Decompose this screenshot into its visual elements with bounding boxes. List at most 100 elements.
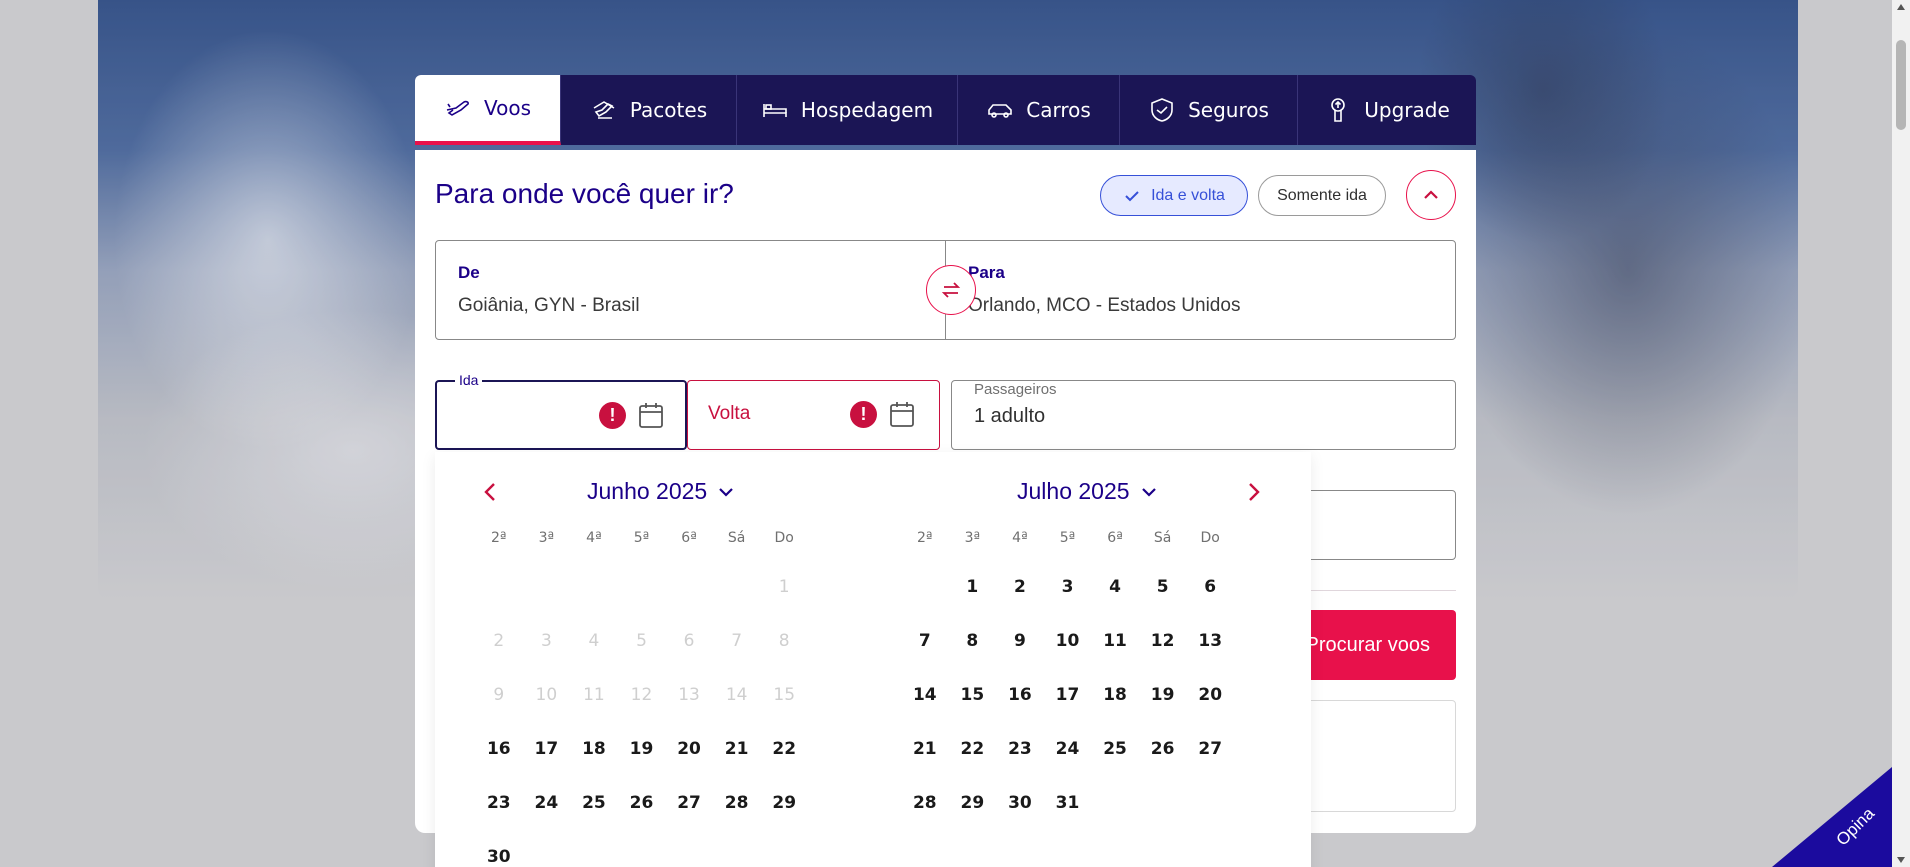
tab-hospedagem[interactable]: Hospedagem	[737, 75, 958, 145]
calendar-day[interactable]: 31	[1044, 793, 1092, 813]
tab-voos[interactable]: Voos	[415, 75, 561, 145]
calendar-day[interactable]: 24	[523, 793, 571, 813]
scroll-up-arrow[interactable]	[1897, 4, 1905, 10]
error-icon: !	[599, 402, 626, 429]
weekday-label: Do	[774, 530, 794, 546]
calendar-day[interactable]: 7	[901, 631, 949, 651]
tab-pacotes[interactable]: Pacotes	[561, 75, 737, 145]
swap-arrows-icon	[941, 282, 961, 298]
tab-seguros[interactable]: Seguros	[1120, 75, 1298, 145]
scroll-thumb[interactable]	[1896, 40, 1906, 130]
route-selector: De Goiânia, GYN - Brasil Para Orlando, M…	[435, 240, 1456, 340]
calendar-day[interactable]: 19	[618, 739, 666, 759]
scroll-down-arrow[interactable]	[1897, 857, 1905, 863]
calendar-day[interactable]: 13	[1186, 631, 1234, 651]
calendar-day[interactable]: 18	[570, 739, 618, 759]
calendar-day[interactable]: 10	[1044, 631, 1092, 651]
calendar-day[interactable]: 15	[949, 685, 997, 705]
calendar-day: 13	[678, 685, 700, 705]
feedback-button[interactable]: Opina	[1772, 767, 1892, 867]
calendar-day[interactable]: 6	[1186, 577, 1234, 597]
product-tabs: Voos Pacotes Hospedagem Carros Seguros U…	[415, 75, 1476, 145]
weekday-label: 4ª	[1012, 530, 1028, 546]
tab-label: Carros	[1026, 98, 1091, 122]
plane-icon	[446, 100, 469, 116]
chevron-left-icon	[484, 483, 495, 501]
calendar-day[interactable]: 29	[760, 793, 808, 813]
calendar-day[interactable]: 26	[1139, 739, 1187, 759]
tab-label: Voos	[483, 96, 532, 120]
chevron-down-icon	[719, 487, 734, 497]
calendar-day[interactable]: 27	[1186, 739, 1234, 759]
return-date-field[interactable]: Volta !	[687, 380, 940, 450]
tab-label: Seguros	[1188, 98, 1269, 122]
tab-label: Upgrade	[1364, 98, 1450, 122]
calendar-day[interactable]: 29	[949, 793, 997, 813]
destination-field[interactable]: Para Orlando, MCO - Estados Unidos	[946, 241, 1455, 339]
departure-date-field[interactable]: Ida !	[435, 372, 687, 450]
calendar-day[interactable]: 24	[1044, 739, 1092, 759]
calendar-day[interactable]: 25	[1091, 739, 1139, 759]
calendar-day[interactable]: 2	[996, 577, 1044, 597]
origin-value: Goiânia, GYN - Brasil	[458, 295, 640, 316]
calendar-day[interactable]: 27	[665, 793, 713, 813]
calendar-day[interactable]: 18	[1091, 685, 1139, 705]
calendar-day[interactable]: 25	[570, 793, 618, 813]
calendar-day[interactable]: 22	[760, 739, 808, 759]
date-picker-calendar: Junho 2025 Julho 2025 2ª 3ª 4ª 5ª 6ª Sá Do 1 2 3 4…	[435, 452, 1311, 867]
calendar-day: 1	[778, 577, 790, 597]
calendar-day[interactable]: 28	[713, 793, 761, 813]
next-month-button[interactable]	[1235, 474, 1271, 510]
destination-value: Orlando, MCO - Estados Unidos	[968, 295, 1241, 316]
search-title: Para onde você quer ir?	[435, 178, 734, 209]
calendar-day[interactable]: 11	[1091, 631, 1139, 651]
chevron-right-icon	[1249, 483, 1260, 501]
month-select-july[interactable]: Julho 2025	[1017, 478, 1158, 505]
calendar-day: 12	[630, 685, 653, 705]
calendar-day[interactable]: 21	[901, 739, 949, 759]
calendar-day[interactable]: 17	[523, 739, 571, 759]
calendar-day[interactable]: 20	[1186, 685, 1234, 705]
prev-month-button[interactable]	[473, 474, 509, 510]
calendar-day[interactable]: 5	[1139, 577, 1187, 597]
swap-route-button[interactable]	[926, 265, 976, 315]
weekday-label: 5ª	[633, 530, 650, 546]
tab-upgrade[interactable]: Upgrade	[1298, 75, 1476, 145]
calendar-day[interactable]: 19	[1139, 685, 1187, 705]
calendar-day[interactable]: 28	[901, 793, 949, 813]
calendar-day[interactable]: 21	[713, 739, 761, 759]
calendar-day[interactable]: 9	[996, 631, 1044, 651]
calendar-day: 15	[773, 685, 796, 705]
calendar-day[interactable]: 16	[996, 685, 1044, 705]
calendar-week: 16 17 18 19 20 21 22	[475, 722, 808, 776]
calendar-day[interactable]: 4	[1091, 577, 1139, 597]
page-scrollbar[interactable]	[1892, 0, 1910, 867]
roundtrip-toggle[interactable]: Ida e volta	[1100, 175, 1248, 216]
calendar-day[interactable]: 12	[1139, 631, 1187, 651]
passengers-field[interactable]: Passageiros 1 adulto	[951, 380, 1456, 450]
calendar-day[interactable]: 30	[996, 793, 1044, 813]
calendar-day[interactable]: 17	[1044, 685, 1092, 705]
weekday-header: 2ª 3ª 4ª 5ª 6ª Sá Do	[901, 530, 1234, 560]
weekday-header: 2ª 3ª 4ª 5ª 6ª Sá Do	[475, 530, 808, 560]
calendar-day[interactable]: 20	[665, 739, 713, 759]
calendar-day[interactable]: 8	[949, 631, 997, 651]
calendar-day[interactable]: 16	[475, 739, 523, 759]
calendar-day[interactable]: 14	[901, 685, 949, 705]
calendar-day[interactable]: 3	[1044, 577, 1092, 597]
month-select-june[interactable]: Junho 2025	[587, 478, 735, 505]
calendar-day[interactable]: 23	[475, 793, 523, 813]
calendar-day[interactable]: 26	[618, 793, 666, 813]
oneway-toggle[interactable]: Somente ida	[1258, 175, 1386, 216]
return-placeholder: Volta	[708, 403, 751, 424]
calendar-day: 11	[583, 685, 605, 705]
origin-field[interactable]: De Goiânia, GYN - Brasil	[436, 241, 946, 339]
tab-carros[interactable]: Carros	[958, 75, 1120, 145]
calendar-day[interactable]: 23	[996, 739, 1044, 759]
calendar-day[interactable]: 22	[949, 739, 997, 759]
calendar-day[interactable]: 30	[475, 847, 523, 867]
month-title: Junho 2025	[587, 478, 708, 504]
error-icon: !	[850, 401, 877, 428]
calendar-day[interactable]: 1	[949, 577, 997, 597]
collapse-button[interactable]	[1406, 170, 1456, 220]
